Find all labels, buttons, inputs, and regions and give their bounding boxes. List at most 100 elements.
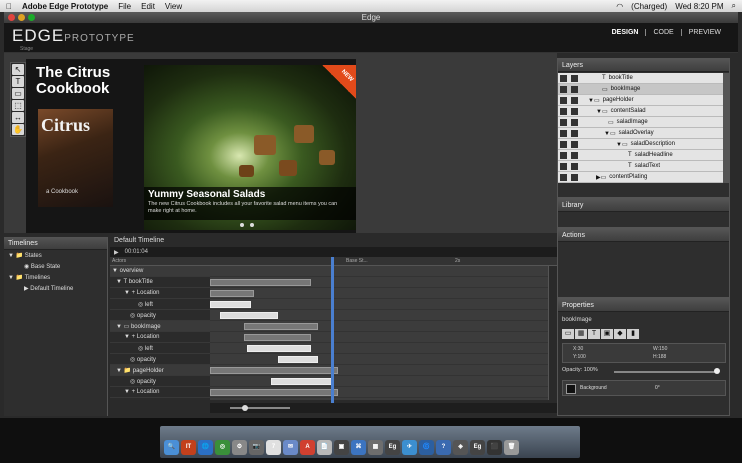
zoom-slider-handle[interactable] (242, 405, 248, 411)
eye-icon[interactable] (560, 162, 567, 170)
width-field[interactable]: W:150 (653, 346, 667, 352)
menu-edit[interactable]: Edit (141, 2, 155, 11)
lock-icon[interactable] (571, 173, 578, 181)
track-row[interactable] (210, 321, 548, 332)
dock-app-icon[interactable]: 📄 (317, 440, 332, 455)
chart-icon[interactable]: ▮ (627, 329, 639, 339)
actor-row[interactable]: ◎ left (110, 299, 210, 310)
salad-image[interactable]: NEW Yummy Seasonal Salads The new Citrus… (144, 65, 356, 230)
text-tool-icon[interactable]: T (12, 76, 24, 87)
dock-app-icon[interactable]: A (300, 440, 315, 455)
layer-row[interactable]: TsaladHeadline (558, 150, 723, 161)
layer-row[interactable]: ▼▭ saladDescription (558, 139, 723, 150)
track-row[interactable] (210, 310, 548, 321)
timeline-tree-item[interactable]: ◉ Base State (4, 261, 107, 272)
keyframe-bar[interactable] (210, 367, 339, 374)
eye-icon[interactable] (560, 107, 567, 115)
dock-app-icon[interactable]: ⌘ (351, 440, 366, 455)
keyframe-bar[interactable] (210, 290, 254, 297)
layer-row[interactable]: ▼▭ contentSalad (558, 106, 723, 117)
apple-icon[interactable]:  (6, 2, 12, 11)
stage-canvas[interactable]: The Citrus Cookbook Citrus a Cookbook NE… (26, 59, 356, 234)
eye-icon[interactable] (560, 140, 567, 148)
x-field[interactable]: X:30 (573, 346, 583, 352)
image-tool-icon[interactable]: ⬚ (12, 100, 24, 111)
track-row[interactable] (210, 266, 548, 277)
eye-icon[interactable] (560, 96, 567, 104)
clock[interactable]: Wed 8:20 PM (675, 2, 723, 11)
minimize-icon[interactable] (18, 14, 25, 21)
eye-icon[interactable] (560, 74, 567, 82)
track-row[interactable] (210, 332, 548, 343)
dock-app-icon[interactable]: ✈ (402, 440, 417, 455)
menu-view[interactable]: View (165, 2, 182, 11)
actor-row[interactable]: ▼ ▭ bookImage (110, 321, 210, 332)
layer-row[interactable]: TbookTitle (558, 73, 723, 84)
lock-icon[interactable] (571, 129, 578, 137)
dock-app-icon[interactable]: Eg (470, 440, 485, 455)
height-field[interactable]: H:188 (653, 354, 666, 360)
mode-design[interactable]: DESIGN (605, 29, 646, 36)
background-swatch[interactable] (566, 384, 576, 394)
track-row[interactable] (210, 354, 548, 365)
dock-app-icon[interactable]: ✉ (283, 440, 298, 455)
lock-icon[interactable] (571, 162, 578, 170)
actor-row[interactable]: ▼ + Location (110, 288, 210, 299)
timeline-tree-item[interactable]: ▼ 📁 Timelines (4, 272, 107, 283)
track-row[interactable] (210, 365, 548, 376)
track-row[interactable] (210, 299, 548, 310)
dock-app-icon[interactable]: ◎ (215, 440, 230, 455)
lock-icon[interactable] (571, 107, 578, 115)
dock-app-icon[interactable]: ⚙ (232, 440, 247, 455)
rotation-field[interactable]: 0° (655, 385, 660, 391)
eye-icon[interactable] (560, 118, 567, 126)
pager-dot[interactable] (250, 223, 254, 227)
hand-tool-icon[interactable]: ✋ (12, 124, 24, 135)
layer-row[interactable]: ▶▭ contentPlating (558, 172, 723, 183)
timeline-scrollbar[interactable] (548, 266, 557, 400)
actor-row[interactable]: ▼ overview (110, 266, 210, 277)
dock-app-icon[interactable]: 7 (266, 440, 281, 455)
base-state-marker[interactable]: Base St... (346, 258, 368, 264)
close-icon[interactable] (8, 14, 15, 21)
actor-row[interactable]: ◎ opacity (110, 376, 210, 387)
menu-file[interactable]: File (118, 2, 131, 11)
actor-row[interactable]: ◎ opacity (110, 310, 210, 321)
actions-title[interactable]: Actions (558, 229, 729, 242)
dock-app-icon[interactable]: ▦ (368, 440, 383, 455)
dock-app-icon[interactable]: 🔍 (164, 440, 179, 455)
actor-row[interactable]: ▼ 📁 pageHolder (110, 365, 210, 376)
layer-row[interactable]: ▼▭ saladOverlay (558, 128, 723, 139)
current-time[interactable]: 00:01:04 (125, 249, 148, 255)
fill-icon[interactable]: ◆ (614, 329, 626, 339)
layer-row[interactable]: TsaladText (558, 161, 723, 172)
keyframe-bar[interactable] (247, 345, 312, 352)
select-tool-icon[interactable]: ↖ (12, 64, 24, 75)
play-icon[interactable]: ▶ (114, 249, 119, 256)
mode-preview[interactable]: PREVIEW (680, 29, 728, 36)
zoom-icon[interactable] (28, 14, 35, 21)
actor-row[interactable]: ▼ + Location (110, 332, 210, 343)
book-cover-image[interactable]: Citrus a Cookbook (38, 109, 113, 207)
keyframe-bar[interactable] (210, 279, 312, 286)
timeline-tree-item[interactable]: ▼ 📁 States (4, 250, 107, 261)
dock-app-icon[interactable]: 📷 (249, 440, 264, 455)
dock-app-icon[interactable]: ▣ (334, 440, 349, 455)
menu-app-name[interactable]: Adobe Edge Prototype (22, 2, 108, 11)
opacity-slider[interactable] (614, 371, 718, 373)
track-row[interactable] (210, 376, 548, 387)
lock-icon[interactable] (571, 74, 578, 82)
actor-row[interactable]: ◎ opacity (110, 354, 210, 365)
zoom-slider[interactable] (230, 407, 290, 409)
opacity-slider-handle[interactable] (714, 368, 720, 374)
div-icon[interactable]: ▣ (601, 329, 613, 339)
eye-icon[interactable] (560, 85, 567, 93)
layer-row[interactable]: ▭ bookImage (558, 84, 723, 95)
dock-app-icon[interactable]: ⬛ (487, 440, 502, 455)
library-title[interactable]: Library (558, 199, 729, 212)
lock-icon[interactable] (571, 96, 578, 104)
rect-tool-icon[interactable]: ▭ (12, 88, 24, 99)
eye-icon[interactable] (560, 173, 567, 181)
dock-app-icon[interactable]: ◈ (453, 440, 468, 455)
lock-icon[interactable] (571, 118, 578, 126)
